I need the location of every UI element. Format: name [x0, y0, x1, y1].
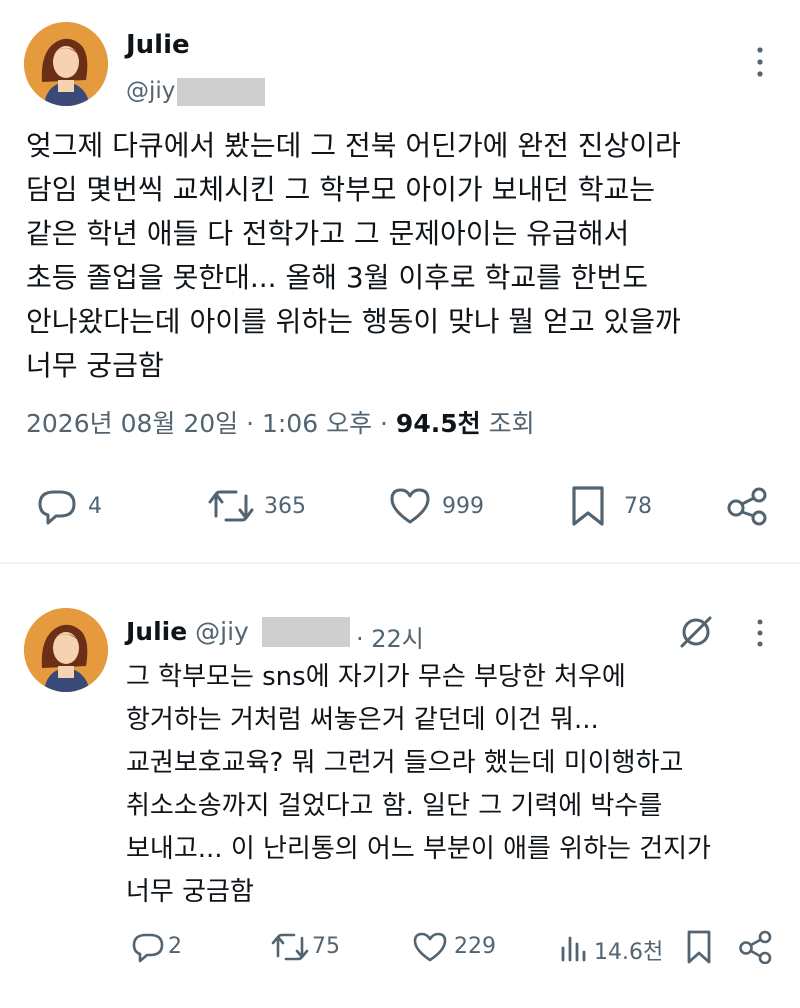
reply-reply-button[interactable]: 2 [130, 930, 200, 964]
like-icon [413, 932, 447, 962]
tweet-meta: 2026년 08월 20일 · 1:06 오후 · 94.5천 조회 [26, 404, 535, 440]
reply-bookmark-button[interactable] [684, 928, 714, 966]
reply-icon [38, 490, 76, 525]
reply-retweet-button[interactable]: 75 [270, 930, 360, 964]
like-icon [390, 488, 430, 524]
views-count: 94.5천 [395, 409, 481, 438]
author-avatar[interactable] [24, 22, 108, 106]
retweet-count: 365 [264, 494, 306, 519]
divider [0, 562, 800, 564]
reply-handle-redaction [262, 617, 350, 647]
reply-time[interactable]: · 22시 [356, 619, 424, 654]
like-button[interactable]: 999 [388, 486, 498, 526]
share-button[interactable] [726, 486, 770, 526]
bookmark-icon [687, 930, 711, 964]
reply-author-avatar[interactable] [24, 608, 108, 692]
reply-like-count: 229 [454, 934, 496, 959]
reply-views-button[interactable]: 14.6천 [558, 930, 678, 965]
bookmark-button[interactable]: 78 [568, 484, 668, 528]
share-icon [739, 930, 772, 964]
bookmark-icon [572, 486, 604, 526]
reply-header: Julie @jiy [126, 617, 249, 646]
retweet-icon [208, 490, 254, 522]
bookmark-count: 78 [624, 494, 652, 519]
reply-count: 4 [88, 494, 102, 519]
retweet-button[interactable]: 365 [206, 486, 326, 526]
handle-redaction [177, 78, 265, 106]
retweet-icon [271, 933, 309, 961]
reply-retweet-count: 75 [312, 934, 340, 959]
author-handle[interactable]: @jiy [126, 78, 175, 104]
reply-views-count: 14.6천 [594, 940, 664, 965]
views-icon [561, 936, 586, 962]
reply-icon [132, 933, 164, 963]
tweet-text: 엊그제 다큐에서 봤는데 그 전북 어딘가에 완전 진상이라 담임 몇번씩 교체… [26, 129, 681, 382]
reply-author-name[interactable]: Julie [126, 617, 187, 646]
reply-share-button[interactable] [738, 930, 774, 964]
more-icon[interactable] [754, 46, 766, 78]
grok-button[interactable] [676, 612, 716, 652]
reply-more-icon[interactable] [754, 618, 766, 648]
author-name[interactable]: Julie [126, 30, 190, 60]
views-label: 조회 [488, 409, 535, 438]
reply-reply-count: 2 [168, 934, 182, 959]
like-count: 999 [442, 494, 484, 519]
share-icon [727, 487, 767, 526]
reply-button[interactable]: 4 [34, 486, 114, 526]
timestamp[interactable]: 2026년 08월 20일 · 1:06 오후 · [26, 409, 388, 438]
reply-author-handle[interactable]: @jiy [195, 617, 249, 646]
reply-like-button[interactable]: 229 [412, 930, 512, 964]
grok-icon [680, 616, 712, 648]
reply-text: 그 학부모는 sns에 자기가 무슨 부당한 처우에 항거하는 거처럼 써놓은거… [126, 662, 711, 907]
